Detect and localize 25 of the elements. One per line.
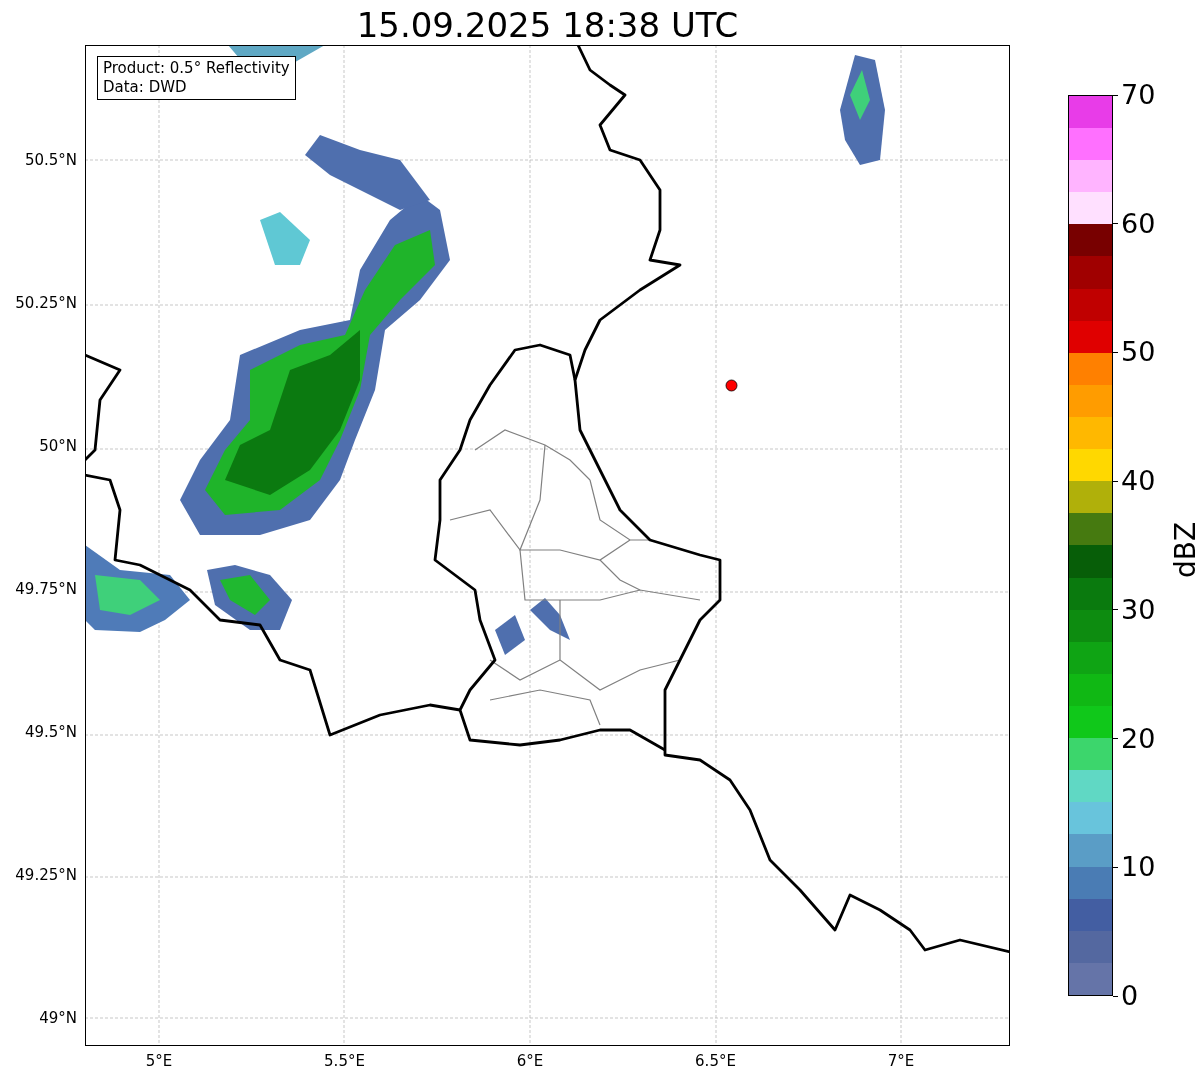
latitude-tick-label: 49.5°N: [24, 721, 78, 743]
legend-text: Product: 0.5° Reflectivity: [103, 59, 290, 78]
latitude-tick-label: 49.25°N: [15, 864, 78, 886]
chart-title: 15.09.2025 18:38 UTC: [356, 4, 739, 46]
latitude-tick-label: 49.75°N: [15, 578, 78, 600]
colorbar-tick-label: 60: [1120, 208, 1156, 239]
colorbar-tick-label: 10: [1120, 852, 1156, 883]
longitude-tick-label: 7°E: [887, 1051, 915, 1072]
legend-text: Data: DWD: [103, 78, 188, 97]
latitude-tick-label: 49°N: [39, 1007, 78, 1029]
colorbar-tick-label: 0: [1120, 981, 1139, 1011]
colorbar-tick-label: 70: [1120, 80, 1156, 110]
colorbar-tick-label: 20: [1120, 723, 1156, 754]
longitude-tick-label: 6.5°E: [695, 1051, 736, 1072]
colorbar-tick-label: 50: [1120, 337, 1156, 368]
colorbar-tick-label: 30: [1120, 594, 1156, 625]
latitude-tick-label: 50.25°N: [15, 292, 78, 314]
longitude-tick-label: 5.5°E: [324, 1051, 365, 1072]
colorbar-label: dBZ: [1168, 521, 1202, 579]
location-marker-icon: [725, 379, 738, 392]
latitude-tick-label: 50°N: [39, 435, 78, 457]
longitude-tick-label: 5°E: [145, 1051, 173, 1072]
colorbar-tick-label: 40: [1120, 466, 1156, 497]
longitude-tick-label: 6°E: [516, 1051, 544, 1072]
latitude-tick-label: 50.5°N: [24, 149, 78, 171]
